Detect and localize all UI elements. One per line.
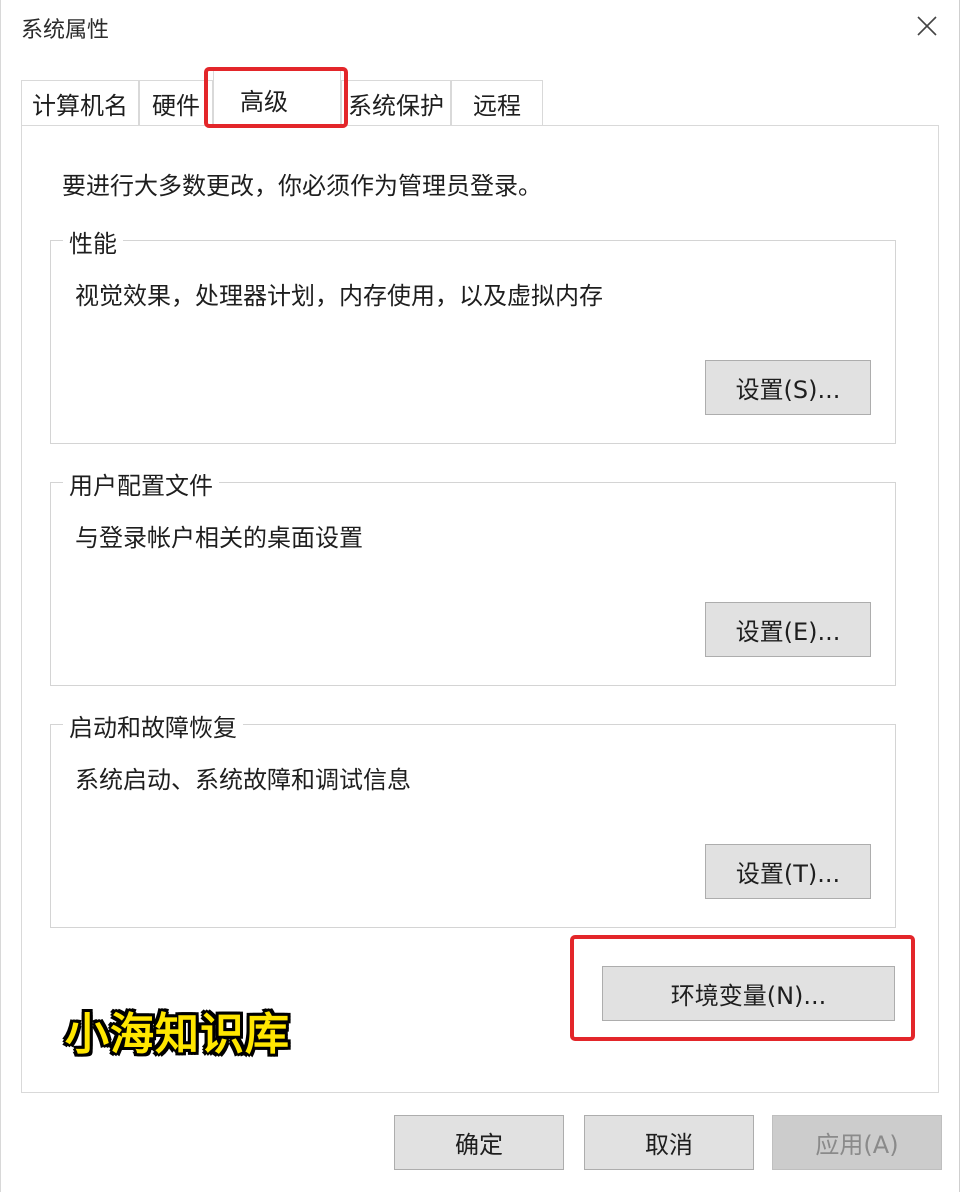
startup-recovery-group: 启动和故障恢复 系统启动、系统故障和调试信息 设置(T)...	[50, 708, 896, 928]
user-profiles-group: 用户配置文件 与登录帐户相关的桌面设置 设置(E)...	[50, 466, 896, 686]
startup-recovery-group-title: 启动和故障恢复	[63, 708, 243, 743]
performance-group: 性能 视觉效果，处理器计划，内存使用，以及虚拟内存 设置(S)...	[50, 224, 896, 444]
system-properties-window: 系统属性 计算机名 硬件 高级 系统保护 远程 要进行大多数更改，你必须作为管理…	[0, 0, 960, 1192]
startup-recovery-description: 系统启动、系统故障和调试信息	[75, 766, 411, 794]
startup-recovery-settings-button[interactable]: 设置(T)...	[705, 844, 871, 899]
admin-note: 要进行大多数更改，你必须作为管理员登录。	[62, 172, 542, 200]
tab-computer-name[interactable]: 计算机名	[21, 80, 139, 126]
user-profiles-group-title: 用户配置文件	[63, 466, 219, 501]
environment-variables-button[interactable]: 环境变量(N)...	[602, 966, 895, 1021]
tab-hardware[interactable]: 硬件	[139, 80, 213, 126]
user-profiles-settings-button[interactable]: 设置(E)...	[705, 602, 871, 657]
tab-remote[interactable]: 远程	[451, 80, 543, 126]
cancel-button[interactable]: 取消	[584, 1115, 754, 1170]
apply-button[interactable]: 应用(A)	[772, 1115, 942, 1170]
close-button[interactable]	[909, 8, 945, 44]
user-profiles-description: 与登录帐户相关的桌面设置	[75, 524, 363, 552]
performance-description: 视觉效果，处理器计划，内存使用，以及虚拟内存	[75, 282, 603, 310]
watermark-text: 小海知识库	[65, 1009, 290, 1060]
ok-button[interactable]: 确定	[394, 1115, 564, 1170]
performance-settings-button[interactable]: 设置(S)...	[705, 360, 871, 415]
close-icon	[917, 16, 937, 36]
tab-advanced[interactable]: 高级	[213, 70, 341, 127]
advanced-tab-panel: 要进行大多数更改，你必须作为管理员登录。 性能 视觉效果，处理器计划，内存使用，…	[21, 125, 939, 1093]
tab-system-protection[interactable]: 系统保护	[341, 80, 451, 126]
window-title: 系统属性	[21, 18, 110, 43]
performance-group-title: 性能	[63, 224, 123, 259]
